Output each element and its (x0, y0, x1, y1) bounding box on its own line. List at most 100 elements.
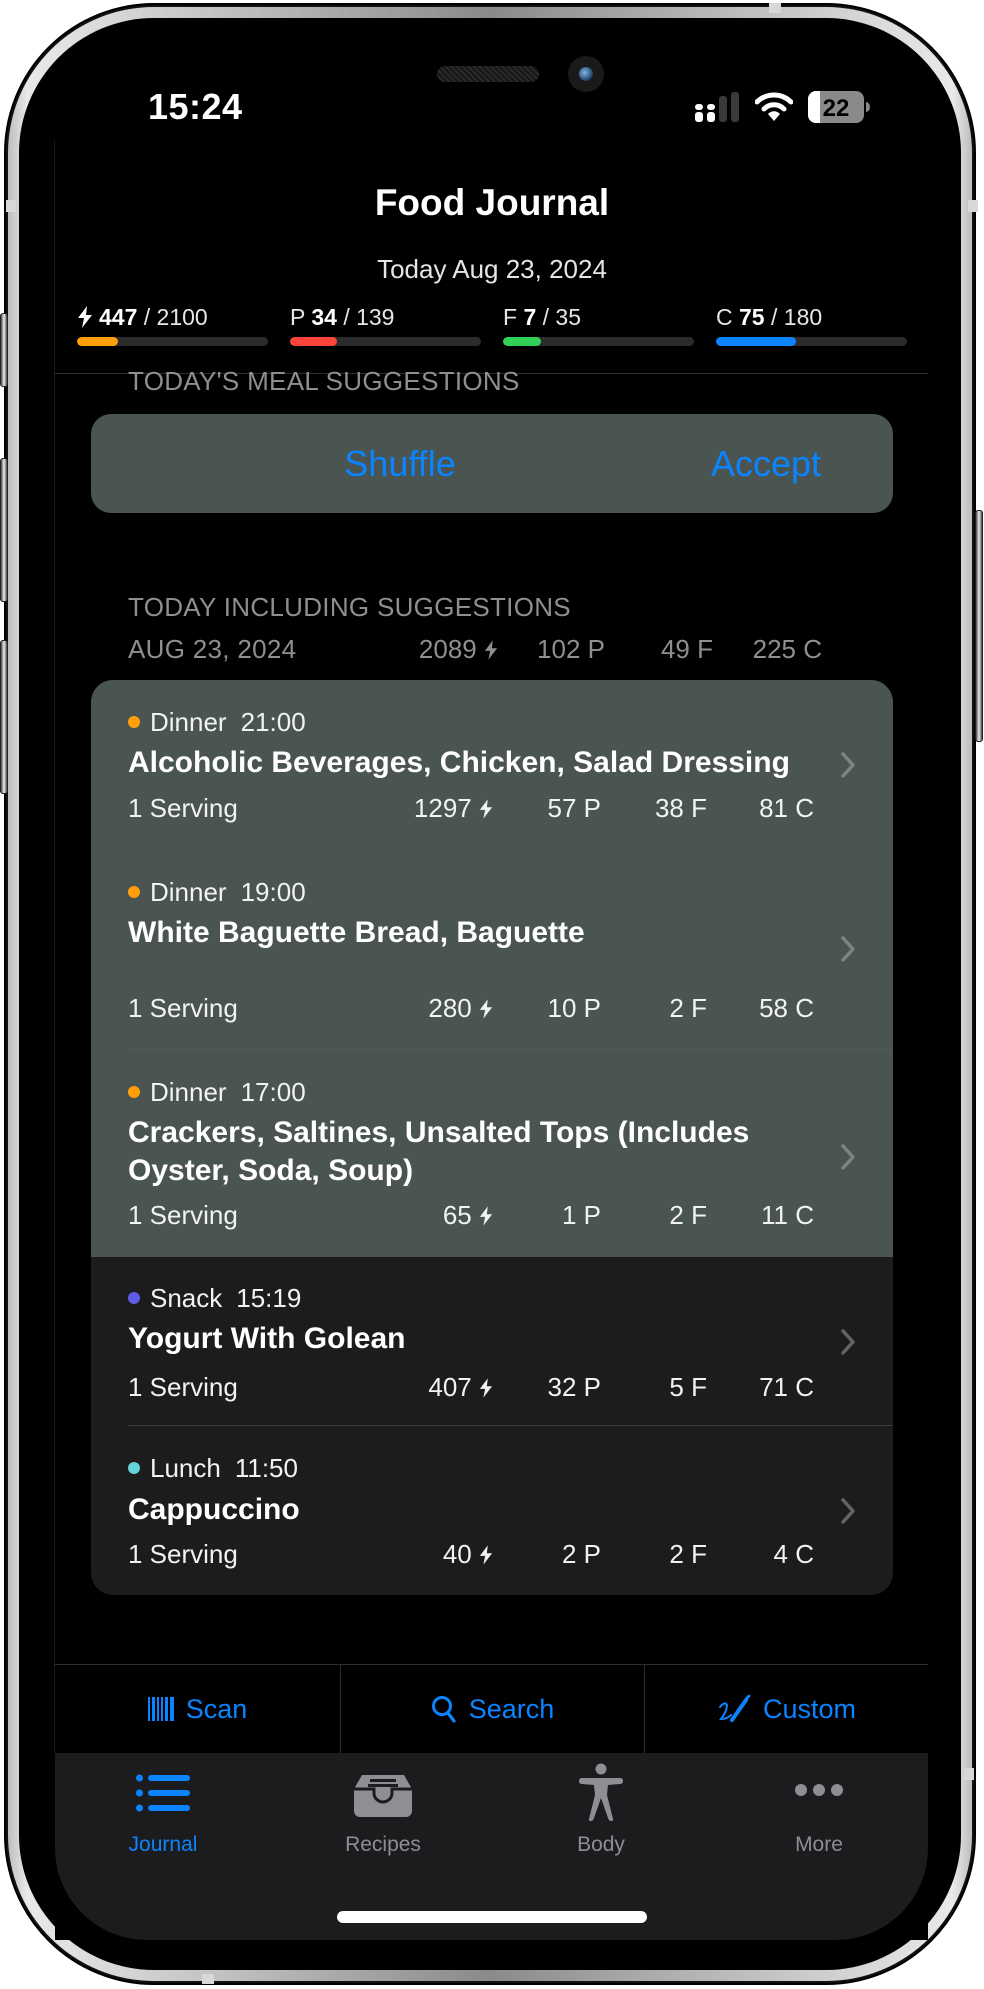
tab-journal[interactable]: Journal (83, 1753, 243, 1873)
bolt-icon (479, 1378, 493, 1398)
bolt-icon (78, 306, 92, 328)
meal-row[interactable]: Dinner 17:00 Crackers, Saltines, Unsalted… (91, 1050, 893, 1257)
pencil-scribble-icon (718, 1695, 751, 1722)
meal-title: Alcoholic Beverages, Chicken, Salad Dres… (128, 746, 790, 779)
meal-protein: 1 P (561, 1200, 601, 1230)
shuffle-button[interactable]: Shuffle (250, 414, 550, 513)
custom-label: Custom (762, 1693, 857, 1724)
meal-protein: 32 P (547, 1372, 602, 1402)
meal-carbs: 58 C (759, 993, 814, 1023)
barcode-icon (147, 1697, 174, 1721)
meal-fat: 2 F (669, 993, 707, 1023)
date-selector[interactable]: Today Aug 23, 2024 (0, 254, 984, 285)
macro-progress-fill (503, 337, 542, 346)
tab-recipes[interactable]: Recipes (303, 1753, 463, 1873)
bolt-icon (479, 1206, 493, 1226)
chevron-right-icon (841, 1144, 855, 1170)
search-label: Search (468, 1693, 555, 1724)
custom-button[interactable]: Custom (645, 1665, 928, 1753)
chevron-right-icon (841, 752, 855, 778)
tab-label: More (795, 1833, 843, 1856)
meal-fat: 38 F (654, 793, 707, 823)
scan-button[interactable]: Scan (55, 1665, 340, 1753)
tab-body[interactable]: Body (521, 1753, 681, 1873)
meal-type-dot (128, 1462, 140, 1474)
search-icon (431, 1696, 456, 1723)
meal-row[interactable]: Dinner 19:00 White Baguette Bread, Baguet… (91, 850, 893, 1050)
meal-type: Dinner (150, 1077, 227, 1107)
antenna-band (769, 3, 781, 13)
meal-kcal-value: 65 (442, 1200, 472, 1230)
meal-kcal: 1297 (353, 793, 493, 824)
macro-consumed: 447 (99, 304, 138, 330)
meal-type: Dinner (150, 877, 227, 907)
meal-carbs: 11 C (761, 1200, 814, 1230)
meal-row[interactable]: Dinner 21:00 Alcoholic Beverages, Chicken… (91, 680, 893, 850)
totals-header: TODAY INCLUDING SUGGESTIONS (128, 592, 571, 622)
meal-fat: 5 F (669, 1372, 707, 1402)
totals-fat: 49 F (660, 634, 713, 664)
macro-fat: F 7 / 35 (503, 302, 694, 346)
meal-title: White Baguette Bread, Baguette (128, 916, 585, 949)
volume-down-button (0, 640, 8, 794)
totals-date: AUG 23, 2024 (128, 634, 297, 664)
chevron-right-icon (841, 1498, 855, 1524)
macro-progress-bar (290, 337, 481, 346)
tab-label: Recipes (345, 1833, 421, 1856)
silent-switch (0, 313, 8, 387)
meal-kcal: 407 (353, 1372, 493, 1403)
macro-label: C (716, 304, 733, 330)
meal-row[interactable]: Snack 15:19 Yogurt With Golean 1 Serving … (91, 1257, 893, 1426)
meal-serving: 1 Serving (128, 793, 238, 823)
macro-consumed: 34 (311, 304, 337, 330)
meal-kcal-value: 1297 (413, 793, 472, 823)
meal-row[interactable]: Lunch 11:50 Cappuccino 1 Serving 40 2 P 2… (91, 1426, 893, 1595)
meal-type: Lunch (150, 1453, 221, 1483)
search-button[interactable]: Search (341, 1665, 644, 1753)
meal-carbs: 4 C (773, 1539, 814, 1569)
macro-protein: P 34 / 139 (290, 302, 481, 346)
totals-protein: 102 P (537, 634, 605, 664)
meal-serving: 1 Serving (128, 1372, 238, 1402)
meal-time: 11:50 (234, 1453, 298, 1483)
macro-carbs: C 75 / 180 (716, 302, 907, 346)
chevron-right-icon (841, 936, 855, 962)
meal-fat: 2 F (669, 1539, 707, 1569)
bolt-icon (484, 640, 498, 660)
page-title: Food Journal (374, 182, 610, 223)
macro-consumed: 7 (523, 304, 537, 330)
meal-protein: 10 P (547, 993, 602, 1023)
meal-type: Snack (150, 1283, 223, 1313)
meal-fat: 2 F (669, 1200, 707, 1230)
meal-protein: 2 P (561, 1539, 601, 1569)
meal-carbs: 71 C (759, 1372, 814, 1402)
macro-consumed: 75 (739, 304, 765, 330)
accept-button[interactable]: Accept (616, 414, 916, 513)
home-indicator[interactable] (337, 1911, 647, 1923)
macro-progress-fill (290, 337, 337, 346)
meal-type: Dinner (150, 707, 227, 737)
power-button (975, 510, 983, 742)
antenna-band (964, 1768, 974, 1780)
meal-title: Crackers, Saltines, Unsalted Tops (Inclu… (128, 1116, 750, 1187)
meal-kcal-value: 40 (442, 1539, 472, 1569)
meal-time: 15:19 (236, 1283, 302, 1313)
macro-goal: / 35 (542, 304, 582, 330)
camera-lens (579, 67, 593, 81)
macro-progress-fill (716, 337, 796, 346)
tab-more[interactable]: More (739, 1753, 899, 1873)
meal-time: 17:00 (240, 1077, 306, 1107)
totals-kcal: 2089 (380, 634, 498, 665)
meal-title: Yogurt With Golean (128, 1322, 406, 1355)
suggestions-header: TODAY'S MEAL SUGGESTIONS (128, 366, 520, 396)
earpiece-speaker (437, 66, 539, 82)
totals-carbs: 225 C (752, 634, 822, 664)
macro-energy: 447 / 2100 (77, 302, 268, 346)
volume-up-button (0, 458, 8, 602)
meal-time: 19:00 (240, 877, 306, 907)
meal-type-dot (128, 716, 140, 728)
macro-goal: / 139 (343, 304, 395, 330)
wifi-icon (755, 92, 793, 121)
meal-kcal: 40 (353, 1539, 493, 1570)
macro-progress-bar (77, 337, 268, 346)
